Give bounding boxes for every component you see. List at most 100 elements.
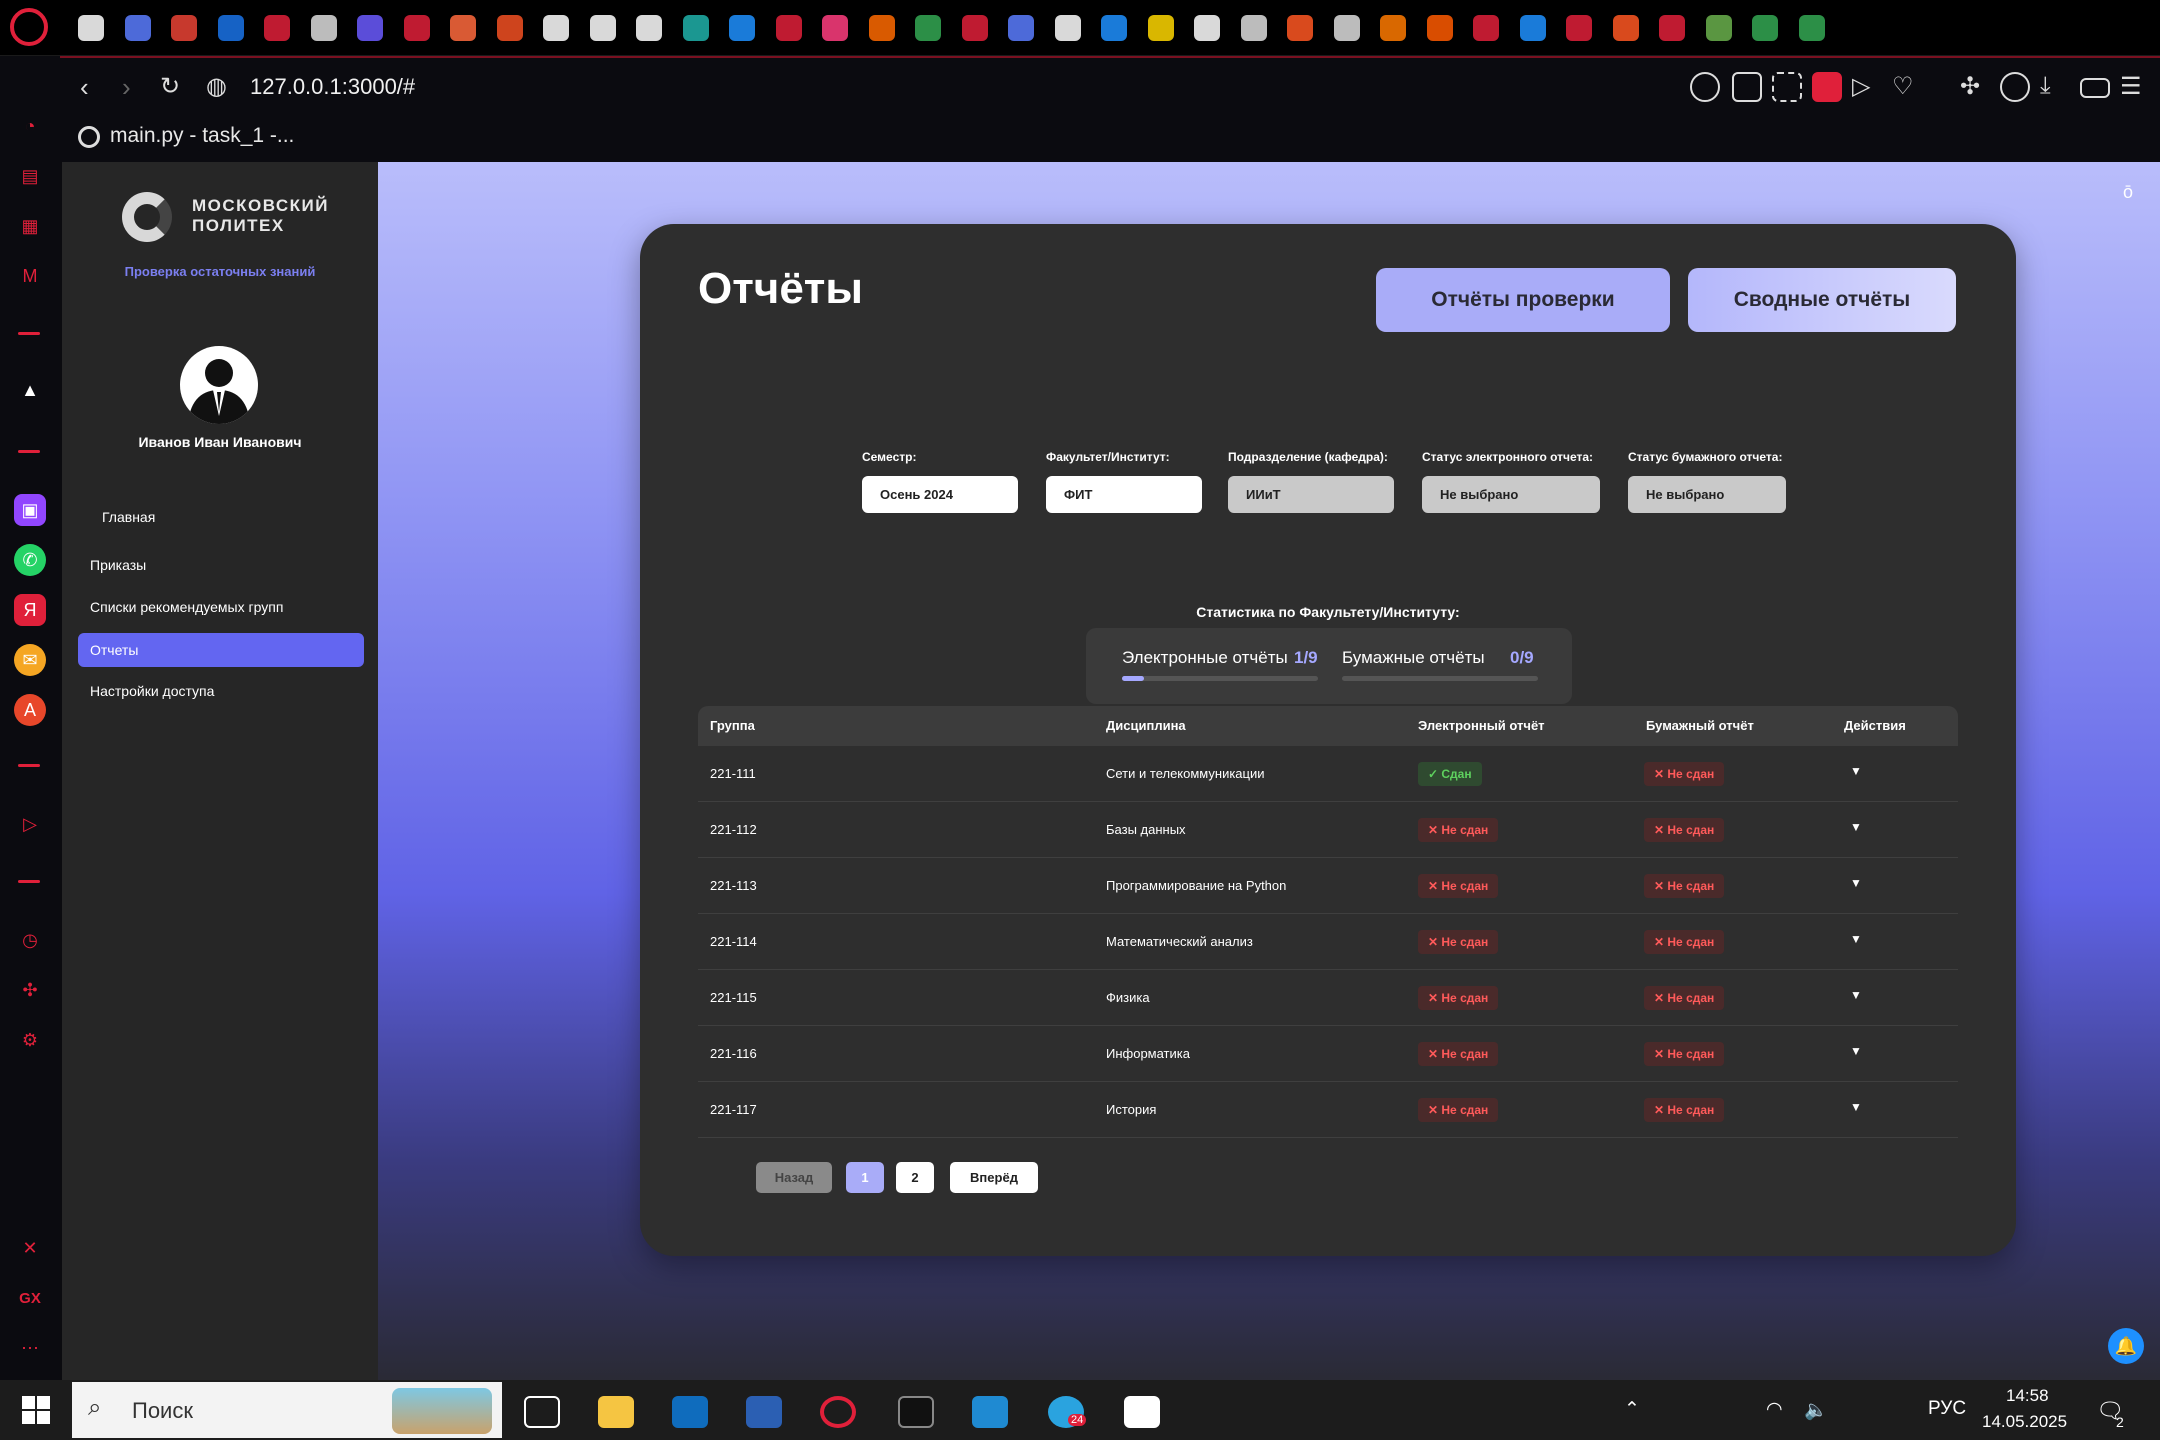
aria-icon[interactable]: ▲ xyxy=(14,374,46,406)
back-icon[interactable]: ‹ xyxy=(80,72,89,103)
profile-icon[interactable] xyxy=(2000,72,2030,102)
row-actions-toggle[interactable]: ▼ xyxy=(1850,1044,1862,1058)
tab-favicon-icon[interactable] xyxy=(357,15,383,41)
tab-favicon-icon[interactable] xyxy=(1612,15,1639,41)
url-field[interactable]: 127.0.0.1:3000/# xyxy=(250,74,415,100)
faculty-select[interactable]: ФИТ xyxy=(1046,476,1202,513)
semester-select[interactable]: Осень 2024 xyxy=(862,476,1018,513)
history-icon[interactable]: ◷ xyxy=(14,924,46,956)
nav-item-recommended-groups[interactable]: Списки рекомендуемых групп xyxy=(78,590,364,624)
nav-item-home[interactable]: Главная xyxy=(90,500,376,534)
whatsapp-icon[interactable]: ✆ xyxy=(14,544,46,576)
tab-favicon-icon[interactable] xyxy=(124,15,151,41)
tab-favicon-icon[interactable] xyxy=(1147,15,1174,41)
tab-favicon-icon[interactable] xyxy=(1659,15,1685,41)
app-m-icon[interactable]: M xyxy=(14,260,46,292)
mail-icon[interactable]: ✉ xyxy=(14,644,46,676)
tab-favicon-icon[interactable] xyxy=(775,15,802,41)
forward-icon[interactable]: › xyxy=(122,72,131,103)
tab-favicon-icon[interactable] xyxy=(1333,15,1360,41)
tab-favicon-icon[interactable] xyxy=(729,15,755,41)
powershell-icon[interactable] xyxy=(746,1396,782,1428)
gx-control-icon[interactable]: ✕ xyxy=(14,1232,46,1264)
tab-favicon-icon[interactable] xyxy=(1473,15,1499,41)
app-icon[interactable] xyxy=(1124,1396,1160,1428)
tab-favicon-icon[interactable] xyxy=(264,15,290,41)
gx-icon[interactable]: GX xyxy=(14,1282,46,1314)
check-reports-button[interactable]: Отчёты проверки xyxy=(1376,268,1670,332)
heart-icon[interactable]: ♡ xyxy=(1892,72,1922,102)
tab-favicon-icon[interactable] xyxy=(171,15,197,41)
nav-item-orders[interactable]: Приказы xyxy=(78,548,364,582)
tab-favicon-icon[interactable] xyxy=(450,15,476,41)
settings-icon[interactable]: ⚙ xyxy=(14,1024,46,1056)
taskbar-search[interactable]: ⌕ Поиск xyxy=(72,1382,502,1438)
send-icon[interactable]: ▷ xyxy=(1852,72,1882,102)
opera-logo-icon[interactable] xyxy=(10,8,48,46)
tab-favicon-icon[interactable] xyxy=(915,15,941,41)
more-icon[interactable]: ⋯ xyxy=(14,1332,46,1364)
language-indicator[interactable]: РУС xyxy=(1928,1398,1966,1420)
tab-favicon-icon[interactable] xyxy=(1705,15,1732,41)
row-actions-toggle[interactable]: ▼ xyxy=(1850,1100,1862,1114)
clock-time[interactable]: 14:58 xyxy=(2006,1386,2049,1406)
battery-icon[interactable] xyxy=(2080,78,2110,98)
tab-favicon-icon[interactable] xyxy=(543,15,569,41)
row-actions-toggle[interactable]: ▼ xyxy=(1850,820,1862,834)
tab-favicon-icon[interactable] xyxy=(682,15,709,41)
tab-favicon-icon[interactable] xyxy=(1054,15,1081,41)
tab-favicon-icon[interactable] xyxy=(961,15,988,41)
user-menu-icon[interactable]: ō xyxy=(2123,182,2133,203)
tab-favicon-icon[interactable] xyxy=(310,15,337,41)
tab-favicon-icon[interactable] xyxy=(217,15,244,41)
tab-favicon-icon[interactable] xyxy=(1008,15,1034,41)
task-view-icon[interactable] xyxy=(524,1396,560,1428)
vscode-icon[interactable] xyxy=(972,1396,1008,1428)
speed-dial-icon[interactable]: ◔ xyxy=(14,110,46,142)
prev-page-button[interactable]: Назад xyxy=(756,1162,832,1193)
clock-date[interactable]: 14.05.2025 xyxy=(1982,1412,2067,1432)
windows-start-icon[interactable] xyxy=(22,1396,50,1424)
tab-favicon-icon[interactable] xyxy=(1798,15,1825,41)
opera-taskbar-icon[interactable] xyxy=(820,1396,856,1428)
tab-favicon-icon[interactable] xyxy=(1194,15,1220,41)
tab-favicon-icon[interactable] xyxy=(403,15,430,41)
extensions-icon[interactable]: ✣ xyxy=(14,974,46,1006)
nav-item-reports[interactable]: Отчеты xyxy=(78,633,364,667)
tab-favicon-icon[interactable] xyxy=(1240,15,1267,41)
tab-favicon-icon[interactable] xyxy=(496,15,523,41)
tab-favicon-icon[interactable] xyxy=(589,15,616,41)
twitch-icon[interactable]: ▣ xyxy=(14,494,46,526)
page-tab-title[interactable]: main.py - task_1 -... xyxy=(110,124,294,148)
player-icon[interactable]: ▷ xyxy=(14,808,46,840)
tab-favicon-icon[interactable] xyxy=(1101,15,1127,41)
nav-item-access-settings[interactable]: Настройки доступа xyxy=(78,674,364,708)
tab-favicon-icon[interactable] xyxy=(868,15,895,41)
puzzle-icon[interactable]: ✣ xyxy=(1960,72,1990,102)
yandex-icon[interactable]: Я xyxy=(14,594,46,626)
pin-icon[interactable] xyxy=(1732,72,1762,102)
file-explorer-icon[interactable] xyxy=(598,1396,634,1428)
tab-favicon-icon[interactable] xyxy=(822,15,848,41)
translate-icon[interactable]: A xyxy=(14,694,46,726)
electronic-status-select[interactable]: Не выбрано xyxy=(1422,476,1600,513)
zoom-icon[interactable] xyxy=(1690,72,1720,102)
tab-favicon-icon[interactable] xyxy=(1752,15,1778,41)
tab-favicon-icon[interactable] xyxy=(78,15,104,41)
tab-favicon-icon[interactable] xyxy=(1566,15,1592,41)
wifi-icon[interactable]: ◠ xyxy=(1766,1398,1783,1421)
tray-chevron-icon[interactable]: ⌃ xyxy=(1624,1398,1640,1421)
department-select[interactable]: ИИиТ xyxy=(1228,476,1394,513)
tab-favicon-icon[interactable] xyxy=(1519,15,1546,41)
snapshot-icon[interactable] xyxy=(1772,72,1802,102)
easy-setup-icon[interactable]: ☰ xyxy=(2120,72,2150,102)
globe-icon[interactable]: ◍ xyxy=(206,72,227,101)
row-actions-toggle[interactable]: ▼ xyxy=(1850,876,1862,890)
workspace-icon[interactable]: ▤ xyxy=(14,160,46,192)
paper-status-select[interactable]: Не выбрано xyxy=(1628,476,1786,513)
row-actions-toggle[interactable]: ▼ xyxy=(1850,988,1862,1002)
tab-favicon-icon[interactable] xyxy=(1380,15,1406,41)
tab-favicon-icon[interactable] xyxy=(636,15,662,41)
volume-icon[interactable]: 🔈 xyxy=(1804,1398,1828,1422)
download-icon[interactable]: ⤓ xyxy=(2040,72,2070,102)
